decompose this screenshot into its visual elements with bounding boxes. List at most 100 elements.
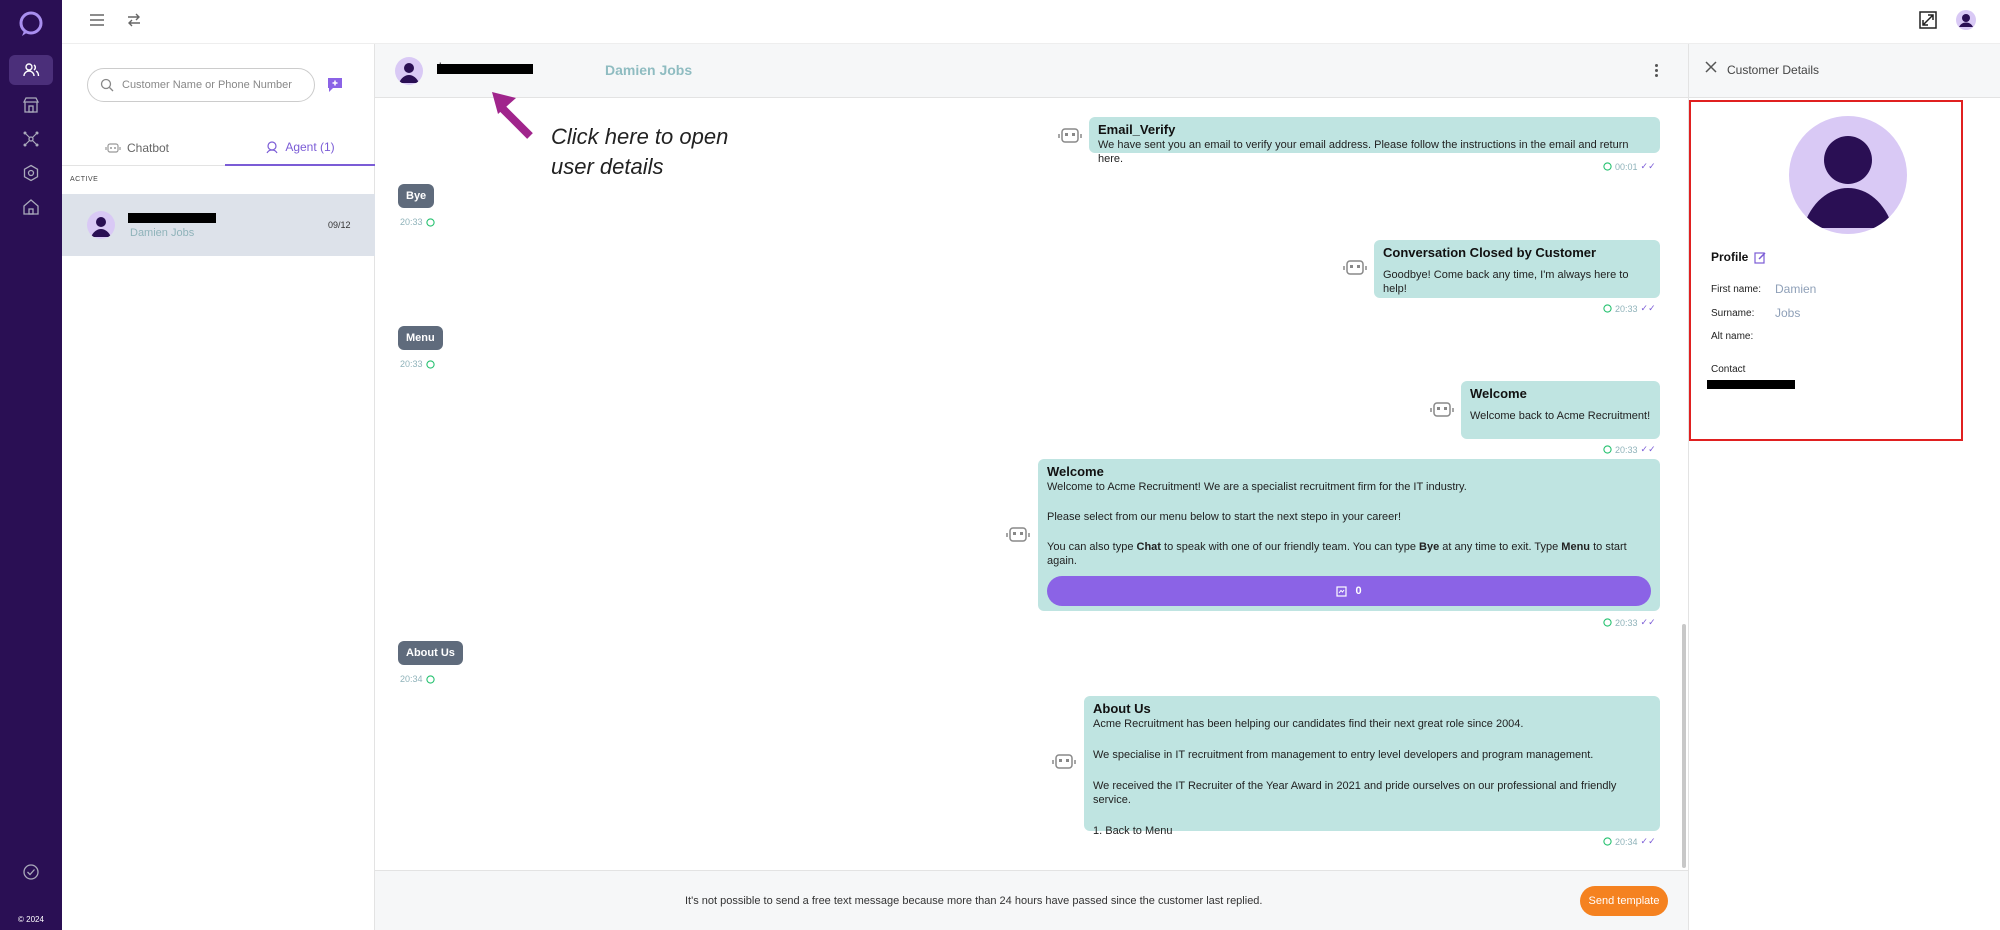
more-options-button[interactable] [1645, 58, 1667, 82]
message-text: Acme Recruitment has been helping our ca… [1093, 718, 1524, 730]
contact-label: Contact [1711, 364, 1746, 375]
keyword-chat: Chat [1136, 541, 1161, 553]
message-time: 20:34 [400, 674, 435, 684]
contacts-icon [23, 63, 40, 77]
menu-list-button[interactable]: 0 [1047, 576, 1651, 606]
first-name-value: Damien [1775, 282, 1817, 296]
whatsapp-icon [425, 217, 435, 227]
section-label-active: ACTIVE [70, 176, 99, 183]
fullscreen-button[interactable] [1917, 9, 1939, 31]
message-time: 20:33 [400, 359, 435, 369]
profile-heading: Profile [1711, 250, 1767, 264]
hamburger-icon [90, 14, 104, 26]
user-avatar-button[interactable] [1955, 9, 1977, 31]
conversation-tabs: Chatbot Agent (1) [62, 130, 375, 166]
bot-icon [1058, 128, 1082, 143]
home-icon [23, 199, 39, 215]
details-title: Customer Details [1727, 63, 1820, 77]
menu-button-label: 0 [1355, 585, 1362, 597]
menu-toggle-button[interactable] [86, 9, 108, 31]
customer-name: Damien Jobs [605, 62, 693, 78]
message-bubble-incoming: Menu [398, 326, 443, 350]
message-title: Conversation Closed by Customer [1383, 245, 1597, 260]
chat-footer: It's not possible to send a free text me… [375, 870, 1688, 930]
whatsapp-icon [425, 359, 435, 369]
edit-icon[interactable] [1754, 251, 1767, 264]
nav-settings[interactable] [9, 158, 53, 188]
annotation-text: Click here to open user details [551, 122, 811, 182]
nav-store[interactable] [9, 90, 53, 120]
conversation-item[interactable]: Damien Jobs 09/12 [62, 194, 375, 256]
time-text: 20:34 [400, 674, 423, 684]
whatsapp-icon [1603, 445, 1612, 454]
time-text: 20:33 [1615, 303, 1638, 314]
details-header: Customer Details [1689, 44, 2000, 98]
customer-details-panel: Customer Details Profile First name: Dam… [1688, 44, 2000, 930]
whatsapp-icon [1603, 304, 1612, 313]
time-text: 00:01 [1615, 161, 1638, 172]
message-time: 20:33 ✓✓ [1603, 617, 1656, 628]
first-name-label: First name: [1711, 284, 1762, 295]
dot-icon [1654, 63, 1658, 67]
nav-status[interactable] [9, 857, 53, 887]
read-tick-icon: ✓✓ [1640, 836, 1656, 846]
profile-label: Profile [1711, 250, 1749, 264]
time-text: 20:33 [400, 217, 423, 227]
nav-network[interactable] [9, 124, 53, 154]
customer-avatar[interactable] [395, 57, 423, 85]
message-bubble-outgoing: About Us Acme Recruitment has been helpi… [1084, 696, 1660, 837]
list-icon [1336, 585, 1348, 597]
time-text: 20:34 [1615, 836, 1638, 847]
tab-chatbot-label: Chatbot [126, 141, 170, 155]
close-icon[interactable] [1704, 60, 1718, 74]
message-time: 20:33 ✓✓ [1603, 303, 1656, 314]
nav-contacts[interactable] [9, 55, 53, 85]
person-icon [91, 217, 111, 237]
nav-home[interactable] [9, 192, 53, 222]
redacted-contact [1707, 380, 1795, 389]
keyword-bye: Bye [1419, 541, 1440, 553]
conversation-name: Damien Jobs [130, 227, 195, 239]
message-title: Email_Verify [1098, 122, 1176, 137]
surname-label: Surname: [1711, 308, 1755, 319]
search-input[interactable] [122, 79, 297, 91]
time-text: 20:33 [1615, 444, 1638, 455]
keyword-menu: Menu [1561, 541, 1591, 553]
message-bubble-incoming: About Us [398, 641, 463, 665]
message-title: Welcome [1470, 386, 1527, 401]
chat-scrollbar[interactable] [1682, 624, 1686, 868]
search-icon [100, 78, 114, 92]
message-time: 20:34 ✓✓ [1603, 836, 1656, 847]
message-text: You can also type Chat to speak with one… [1047, 540, 1651, 568]
whatsapp-icon [1603, 837, 1612, 846]
annotation-arrow-icon [492, 92, 533, 139]
message-bubble-outgoing: Welcome Welcome back to Acme Recruitment… [1461, 381, 1660, 439]
avatar [87, 211, 115, 239]
new-message-icon[interactable] [326, 76, 344, 94]
network-icon [23, 131, 39, 147]
message-bubble-outgoing: Welcome Welcome to Acme Recruitment! We … [1038, 459, 1660, 611]
check-circle-icon [23, 864, 39, 880]
switch-button[interactable] [123, 9, 145, 31]
message-text: Goodbye! Come back any time, I'm always … [1383, 269, 1629, 295]
conversation-list-panel: Chatbot Agent (1) ACTIVE Damien Jobs 09/… [62, 44, 375, 930]
bot-icon [1430, 402, 1454, 417]
tab-chatbot[interactable]: Chatbot [62, 130, 212, 166]
message-bubble-outgoing: Email_Verify We have sent you an email t… [1089, 117, 1660, 165]
send-template-button[interactable]: Send template [1580, 886, 1668, 916]
time-text: 20:33 [400, 359, 423, 369]
message-text: Welcome back to Acme Recruitment! [1470, 410, 1651, 422]
search-box[interactable] [87, 68, 315, 102]
profile-avatar [1789, 116, 1907, 234]
tab-agent[interactable]: Agent (1) [225, 130, 375, 166]
redacted-phone-number[interactable] [437, 64, 533, 74]
message-text: We have sent you an email to verify your… [1098, 139, 1629, 165]
person-icon [1803, 136, 1893, 228]
template-notice: It's not possible to send a free text me… [685, 895, 1263, 907]
alt-name-label: Alt name: [1711, 331, 1754, 342]
message-text: Welcome to Acme Recruitment! We are a sp… [1047, 481, 1467, 493]
bot-icon [1006, 527, 1030, 542]
chat-logo-icon[interactable] [17, 10, 45, 38]
message-time: 20:33 ✓✓ [1603, 444, 1656, 455]
message-title: Welcome [1047, 464, 1104, 479]
